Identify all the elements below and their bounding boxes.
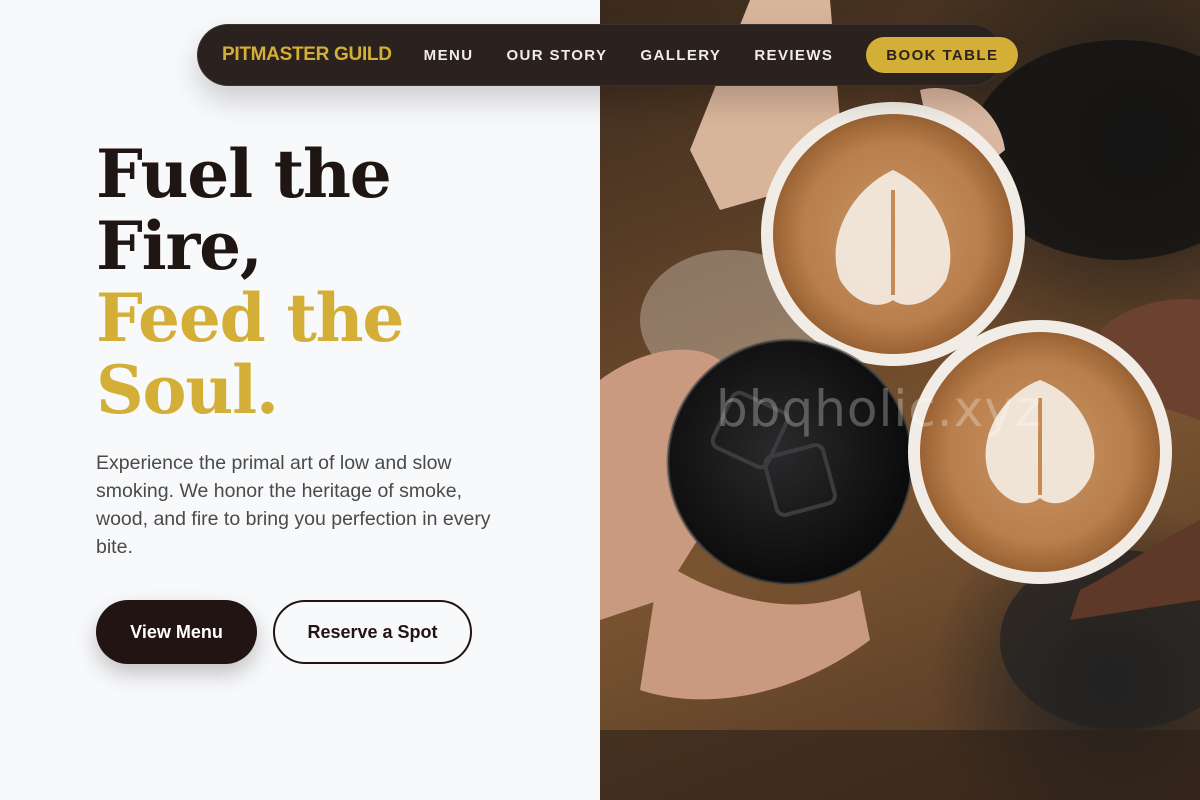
hero-title: Fuel the Fire, Feed the Soul. — [96, 135, 404, 429]
nav-link-reviews[interactable]: REVIEWS — [754, 47, 833, 64]
hero-accent-line-2: Soul. — [96, 351, 279, 429]
hero-description: Experience the primal art of low and slo… — [96, 452, 491, 558]
nav-links: MENU OUR STORY GALLERY REVIEWS — [424, 47, 867, 64]
nav-link-gallery[interactable]: GALLERY — [640, 47, 721, 64]
nav-link-menu[interactable]: MENU — [424, 47, 474, 64]
top-navigation: PITMASTER GUILD MENU OUR STORY GALLERY R… — [197, 24, 1019, 86]
hero-accent-line-1: Feed the — [96, 279, 404, 357]
brand-logo[interactable]: PITMASTER GUILD — [222, 44, 392, 66]
hero-title-line-1: Fuel the — [96, 135, 392, 213]
hero-title-line-2: Fire, — [96, 207, 263, 285]
view-menu-button[interactable]: View Menu — [96, 600, 257, 664]
book-table-button[interactable]: BOOK TABLE — [866, 37, 1019, 73]
hero-image: bbqholic.xyz — [600, 0, 1200, 800]
watermark-text: bbqholic.xyz — [716, 380, 1043, 438]
reserve-spot-button[interactable]: Reserve a Spot — [273, 600, 472, 664]
nav-link-our-story[interactable]: OUR STORY — [506, 47, 607, 64]
